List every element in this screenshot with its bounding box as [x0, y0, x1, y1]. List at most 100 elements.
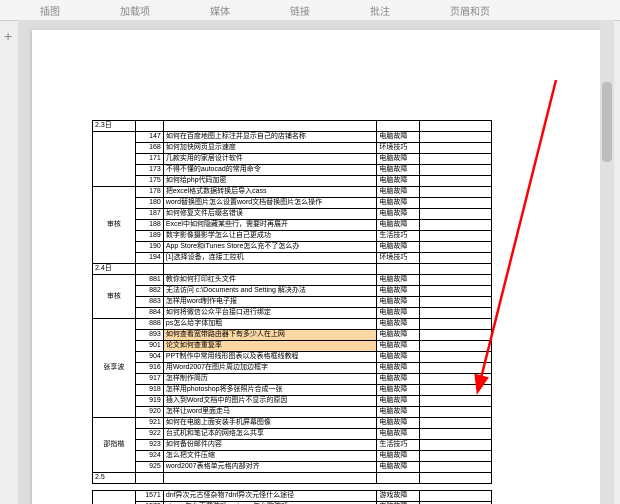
table-row: 925word2007表格单元格内部对齐电脑故障: [93, 462, 492, 473]
row-category: 电脑故障: [377, 418, 420, 429]
tab-item[interactable]: 页眉和页: [450, 3, 490, 18]
row-title: 如何给php代码加密: [163, 176, 377, 187]
row-number: 882: [135, 286, 163, 297]
row-title: 几款实用的家居设计软件: [163, 154, 377, 165]
row-empty: [420, 385, 492, 396]
row-category: 电脑故障: [377, 242, 420, 253]
table-row: 190App Store和iTunes Store怎么充不了怎么办电脑故障: [93, 242, 492, 253]
table-row: 188Excel中如何隐藏某些行，需要时再展开电脑故障: [93, 220, 492, 231]
row-title: [1]选择设备，连接工控机: [163, 253, 377, 264]
row-empty: [420, 253, 492, 264]
row-title: 教你如何打印红头文件: [163, 275, 377, 286]
tab-item[interactable]: 媒体: [210, 3, 230, 18]
row-number: 917: [135, 374, 163, 385]
row-number: 189: [135, 231, 163, 242]
row-empty: [420, 209, 492, 220]
row-category: 生活技巧: [377, 440, 420, 451]
row-number: 881: [135, 275, 163, 286]
row-category: 电脑故障: [377, 209, 420, 220]
date-label: 2.4日: [93, 264, 136, 275]
table-row: 175如何给php代码加密电脑故障: [93, 176, 492, 187]
group-label: [93, 132, 136, 187]
row-number: 924: [135, 451, 163, 462]
row-number: 175: [135, 176, 163, 187]
row-title: 不得不懂的autocad的常用命令: [163, 165, 377, 176]
cell: [420, 121, 492, 132]
row-category: 电脑故障: [377, 176, 420, 187]
row-title: 如何在百度地图上标注并显示自己的店铺名称: [163, 132, 377, 143]
tab-item[interactable]: 批注: [370, 3, 390, 18]
row-category: 生活技巧: [377, 231, 420, 242]
cell: [163, 121, 377, 132]
tab-item[interactable]: 链接: [290, 3, 310, 18]
group-label: 邵指楷: [93, 491, 136, 504]
row-number: 884: [135, 308, 163, 319]
row-title: 如何备份邮件内容: [163, 440, 377, 451]
row-number: 187: [135, 209, 163, 220]
table-row: 180word替换图片怎么设置word文档替换图片怎么操作电脑故障: [93, 198, 492, 209]
row-empty: [420, 429, 492, 440]
row-number: 147: [135, 132, 163, 143]
date-label: 2.3日: [93, 121, 136, 132]
table-row: 922台式机和笔记本的网络怎么共享电脑故障: [93, 429, 492, 440]
table-row: 审核178把excel格式数据转换后导入cass电脑故障: [93, 187, 492, 198]
row-title: 插入到Word文档中的图片不显示的原因: [163, 396, 377, 407]
tab-item[interactable]: 加载项: [120, 3, 150, 18]
cell: [93, 484, 492, 491]
row-empty: [420, 451, 492, 462]
row-category: 电脑故障: [377, 275, 420, 286]
add-page-button[interactable]: +: [4, 28, 12, 44]
row-category: 电脑故障: [377, 286, 420, 297]
table-row: 189数字影像摄影学怎么让自己更成功生活技巧: [93, 231, 492, 242]
row-title: ps怎么给字体加粗: [163, 319, 377, 330]
row-title: 怎样制作简历: [163, 374, 377, 385]
table-row: 923如何备份邮件内容生活技巧: [93, 440, 492, 451]
content-table: 2.3日147如何在百度地图上标注并显示自己的店铺名称电脑故障168如何加快网页…: [92, 120, 492, 504]
cell: [377, 473, 420, 484]
row-number: 171: [135, 154, 163, 165]
row-category: 电脑故障: [377, 396, 420, 407]
row-title: 无法访问 c:\Documents and Setting 解决办法: [163, 286, 377, 297]
row-empty: [420, 297, 492, 308]
table-row: 920怎样让word里面走马电脑故障: [93, 407, 492, 418]
row-empty: [420, 330, 492, 341]
row-empty: [420, 154, 492, 165]
tab-item[interactable]: 插图: [40, 3, 60, 18]
scroll-thumb[interactable]: [602, 82, 612, 162]
group-label: 审核: [93, 187, 136, 264]
table-row: 187如何修复文件后缀名错误电脑故障: [93, 209, 492, 220]
row-title: Excel中如何隐藏某些行，需要时再展开: [163, 220, 377, 231]
table-row: 918怎样用photoshop将多张照片合成一张电脑故障: [93, 385, 492, 396]
row-category: 游戏故障: [377, 491, 420, 502]
table-row: 917怎样制作简历电脑故障: [93, 374, 492, 385]
row-number: 194: [135, 253, 163, 264]
row-empty: [420, 319, 492, 330]
row-empty: [420, 220, 492, 231]
row-category: 电脑故障: [377, 165, 420, 176]
row-empty: [420, 418, 492, 429]
table-row: 882无法访问 c:\Documents and Setting 解决办法电脑故…: [93, 286, 492, 297]
row-category: 电脑故障: [377, 352, 420, 363]
row-category: 电脑故障: [377, 462, 420, 473]
row-title: 怎样让word里面走马: [163, 407, 377, 418]
row-category: 电脑故障: [377, 319, 420, 330]
cell: [420, 264, 492, 275]
row-number: 893: [135, 330, 163, 341]
row-empty: [420, 187, 492, 198]
row-number: 918: [135, 385, 163, 396]
row-title: 如何修复文件后缀名错误: [163, 209, 377, 220]
row-category: 电脑故障: [377, 220, 420, 231]
table-row: 901论文如何查重复率电脑故障: [93, 341, 492, 352]
row-title: word替换图片怎么设置word文档替换图片怎么操作: [163, 198, 377, 209]
table-row: 924怎么把文件压缩电脑故障: [93, 451, 492, 462]
cell: [163, 264, 377, 275]
row-title: word2007表格单元格内部对齐: [163, 462, 377, 473]
row-category: 电脑故障: [377, 451, 420, 462]
cell: [377, 121, 420, 132]
row-category: 环境技巧: [377, 143, 420, 154]
vertical-scrollbar[interactable]: [600, 20, 614, 504]
group-label: 审核: [93, 275, 136, 319]
row-title: 用Word2007在图片周边加边框字: [163, 363, 377, 374]
table-row: 173不得不懂的autocad的常用命令电脑故障: [93, 165, 492, 176]
table-row: 884如何将微信公众平台接口进行绑定电脑故障: [93, 308, 492, 319]
